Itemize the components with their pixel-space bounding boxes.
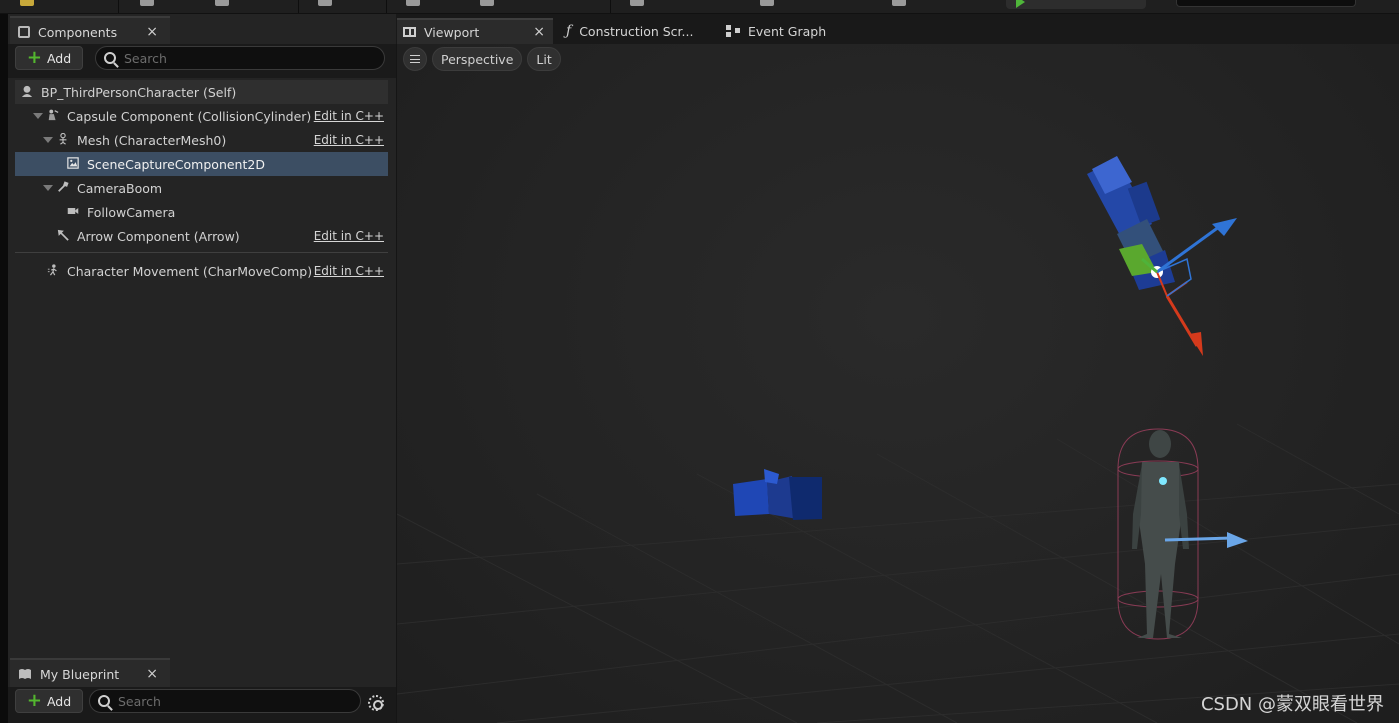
toolbar-divider (610, 0, 611, 13)
my-blueprint-panel: My Blueprint × + Add (8, 658, 396, 723)
tab-label: Event Graph (748, 23, 827, 39)
tree-item-label: CameraBoom (77, 180, 163, 196)
viewport-menu-button[interactable] (403, 47, 427, 71)
movement-icon (47, 264, 57, 276)
viewport[interactable]: Perspective Lit CSDN @蒙双眼看世界 (397, 44, 1399, 723)
simulation-icon[interactable] (892, 0, 906, 6)
spring-arm-icon (58, 181, 69, 192)
search-input[interactable] (124, 50, 354, 66)
viewport-controls: Perspective Lit (403, 47, 561, 71)
tree-item-self[interactable]: BP_ThirdPersonCharacter (Self) (15, 80, 388, 104)
viewport-icon (403, 27, 416, 37)
tab-viewport[interactable]: Viewport × (397, 18, 553, 44)
tree-item-label: Arrow Component (Arrow) (77, 228, 240, 244)
tree-item-character-movement[interactable]: Character Movement (CharMoveComp) Edit i… (15, 259, 388, 283)
compile-icon[interactable] (20, 0, 34, 6)
arrow-icon (57, 229, 69, 241)
plus-icon: + (26, 690, 42, 711)
tab-label: Viewport (424, 24, 480, 40)
tab-label: My Blueprint (40, 666, 120, 682)
hide-unrelated-icon[interactable] (480, 0, 494, 6)
tree-item-arrow[interactable]: Arrow Component (Arrow) Edit in C++ (15, 224, 388, 248)
floor-grid (397, 423, 1399, 723)
hamburger-icon (410, 55, 420, 63)
scene-capture-camera[interactable] (1087, 156, 1237, 356)
close-icon[interactable]: × (533, 24, 545, 40)
components-icon (18, 26, 30, 38)
toolbar-divider (118, 0, 119, 13)
tree-item-follow-camera[interactable]: FollowCamera (15, 200, 388, 224)
collapse-arrow-icon[interactable] (43, 185, 53, 191)
scene-capture-icon (67, 157, 79, 169)
browse-icon[interactable] (215, 0, 229, 6)
character-mesh[interactable] (1117, 428, 1248, 640)
search-input[interactable] (118, 693, 348, 709)
play-icon[interactable] (1016, 0, 1025, 8)
collapse-arrow-icon[interactable] (43, 137, 53, 143)
close-icon[interactable]: × (146, 24, 158, 40)
tab-label: Construction Scr... (579, 23, 694, 39)
edit-in-cpp-link[interactable]: Edit in C++ (314, 264, 384, 278)
skeletal-mesh-icon (59, 133, 67, 145)
function-icon: ƒ (566, 23, 572, 39)
tree-item-camera-boom[interactable]: CameraBoom (15, 176, 388, 200)
left-panel: Components × + Add BP_ThirdPersonCharact… (8, 14, 396, 723)
tab-event-graph[interactable]: Event Graph (722, 18, 826, 44)
tab-my-blueprint[interactable]: My Blueprint × (10, 658, 170, 688)
book-icon (19, 669, 31, 679)
tab-label: Components (38, 24, 118, 40)
tab-construction-script[interactable]: ƒ Construction Scr... (562, 18, 693, 44)
search-icon (98, 695, 110, 707)
play-controls[interactable] (1006, 0, 1146, 9)
collapse-arrow-icon[interactable] (33, 113, 43, 119)
debug-filter-dropdown[interactable] (1176, 0, 1356, 7)
add-label: Add (46, 50, 72, 66)
blueprint-search[interactable] (89, 689, 361, 713)
diff-icon[interactable] (318, 0, 332, 6)
tree-item-label: BP_ThirdPersonCharacter (Self) (41, 84, 237, 100)
add-button[interactable]: + Add (15, 689, 83, 713)
components-header: + Add (8, 44, 396, 78)
add-component-button[interactable]: + Add (15, 46, 83, 70)
edit-in-cpp-link[interactable]: Edit in C++ (314, 229, 384, 243)
watermark: CSDN @蒙双眼看世界 (1200, 694, 1384, 715)
plus-icon: + (26, 47, 42, 68)
tree-item-mesh[interactable]: Mesh (CharacterMesh0) Edit in C++ (15, 128, 388, 152)
tree-item-label: SceneCaptureComponent2D (87, 156, 265, 172)
tree-divider (15, 252, 388, 253)
class-defaults-icon[interactable] (760, 0, 774, 6)
perspective-button[interactable]: Perspective (432, 47, 523, 71)
editor-tab-bar: Viewport × ƒ Construction Scr... Event G… (396, 14, 1399, 44)
my-blueprint-header: + Add (8, 687, 396, 723)
components-search[interactable] (95, 46, 385, 70)
window-edge (0, 14, 8, 723)
follow-camera[interactable] (733, 469, 822, 520)
class-settings-icon[interactable] (630, 0, 644, 6)
tree-item-label: Capsule Component (CollisionCylinder) (67, 108, 312, 124)
add-label: Add (46, 693, 72, 709)
tree-item-label: FollowCamera (87, 204, 176, 220)
edit-in-cpp-link[interactable]: Edit in C++ (314, 133, 384, 147)
camera-icon (67, 208, 79, 214)
tree-item-scene-capture[interactable]: SceneCaptureComponent2D (15, 152, 388, 176)
save-icon[interactable] (140, 0, 154, 6)
capsule-icon (48, 109, 59, 121)
search-icon (104, 52, 116, 64)
tab-components[interactable]: Components × (10, 16, 170, 46)
tree-item-label: Character Movement (CharMoveComp) (67, 263, 313, 279)
close-icon[interactable]: × (146, 666, 158, 682)
find-icon[interactable] (406, 0, 420, 6)
toolbar-divider (298, 0, 299, 13)
event-graph-icon (726, 25, 740, 37)
tree-item-label: Mesh (CharacterMesh0) (77, 132, 227, 148)
viewport-scene[interactable] (397, 44, 1399, 723)
gear-icon[interactable] (368, 695, 384, 711)
view-mode-button[interactable]: Lit (527, 47, 561, 71)
toolbar-divider (386, 0, 387, 13)
edit-in-cpp-link[interactable]: Edit in C++ (314, 109, 384, 123)
main-toolbar (0, 0, 1399, 14)
tree-item-capsule[interactable]: Capsule Component (CollisionCylinder) Ed… (15, 104, 388, 128)
pawn-icon (21, 85, 33, 97)
